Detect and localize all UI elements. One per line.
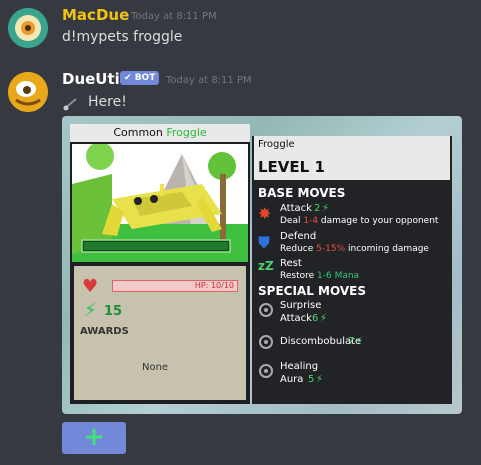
move-name: Attack — [280, 203, 312, 214]
bolt-icon: ⚡ — [322, 203, 330, 214]
swirl-icon — [258, 363, 274, 379]
swirl-icon — [258, 334, 274, 350]
move-value: 2 — [314, 203, 321, 214]
level-header: Froggle LEVEL 1 — [254, 136, 450, 180]
add-label: + — [83, 422, 105, 452]
move-desc: Reduce 5-15% incoming damage — [280, 244, 429, 254]
desc-hl: 1-6 Mana — [317, 271, 360, 281]
desc-pre: Restore — [280, 271, 318, 281]
pet-stats: ♥ HP: 10/10 ⚡ 15 AWARDS None — [74, 266, 246, 400]
special-move-value: 7 — [348, 336, 355, 347]
timestamp: Today at 8:11 PM — [166, 75, 252, 86]
pet-panel: Common Froggle ♥ HP: 10/10 ⚡ 15 AWARDS N… — [70, 124, 250, 404]
desc-post: incoming damage — [345, 244, 429, 254]
bolt-icon: ⚡ — [316, 374, 324, 385]
bot-badge: ✔ BOT — [120, 71, 160, 85]
username[interactable]: DueUtil — [62, 70, 125, 88]
special-move-sub: Aura — [280, 374, 304, 385]
move-desc: Restore 1-6 Mana — [280, 271, 359, 281]
bot-face-icon — [8, 72, 48, 112]
quest-icon: ⚡ — [84, 300, 97, 321]
message-content: d!mypets froggle — [62, 29, 183, 45]
desc-hl: 5-15% — [316, 244, 346, 254]
special-move-sub: Attack — [280, 313, 312, 324]
move-name: Defend — [280, 231, 317, 242]
shield-icon: ⛊ — [258, 233, 271, 252]
desc-pre: Reduce — [280, 244, 317, 254]
username[interactable]: MacDue — [62, 6, 129, 24]
special-move-name: Healing — [280, 361, 319, 372]
desc-pre: Deal — [280, 216, 304, 226]
hp-bar: HP: 10/10 — [112, 280, 238, 292]
pet-rarity: Common — [113, 126, 163, 139]
awards-value: None — [142, 362, 169, 373]
bolt-icon: ⚡ — [356, 336, 364, 347]
heart-icon: ♥ — [82, 276, 99, 297]
level-label: LEVEL 1 — [258, 158, 325, 176]
pet-card: Common Froggle ♥ HP: 10/10 ⚡ 15 AWARDS N… — [62, 116, 462, 414]
timestamp: Today at 8:11 PM — [131, 11, 217, 22]
swirl-icon — [258, 302, 274, 318]
desc-post: damage to your opponent — [318, 216, 439, 226]
bot-badge-label: BOT — [134, 73, 156, 83]
bolt-icon: ⚡ — [320, 313, 328, 324]
special-moves-title: SPECIAL MOVES — [258, 284, 366, 298]
pet-scene-image — [72, 144, 248, 262]
move-desc: Deal 1-4 damage to your opponent — [280, 216, 438, 226]
awards-label: AWARDS — [80, 326, 129, 337]
loading-icon — [62, 96, 82, 111]
special-move-value: 6 — [312, 313, 319, 324]
rest-icon: zZ — [258, 259, 274, 273]
pet-name: Froggle — [166, 126, 207, 139]
message-content: Here! — [88, 94, 127, 110]
pet-image — [72, 144, 248, 262]
avatar[interactable] — [8, 8, 48, 48]
attack-icon: ✸ — [258, 204, 272, 223]
special-move-value: 5 — [308, 374, 315, 385]
move-name: Rest — [280, 258, 302, 269]
message-macdue: MacDue Today at 8:11 PM d!mypets froggle — [0, 0, 481, 60]
special-move-name: Surprise — [280, 300, 322, 311]
avatar[interactable] — [8, 72, 48, 112]
pet-title: Common Froggle — [70, 124, 250, 142]
quest-count: 15 — [104, 304, 123, 319]
add-reaction-button[interactable]: + — [62, 422, 126, 454]
eye-logo-icon — [8, 8, 48, 48]
base-moves-title: BASE MOVES — [258, 186, 346, 200]
pet-name-label: Froggle — [258, 139, 295, 150]
hp-text: HP: 10/10 — [194, 281, 234, 290]
desc-hl: 1-4 — [303, 216, 319, 226]
